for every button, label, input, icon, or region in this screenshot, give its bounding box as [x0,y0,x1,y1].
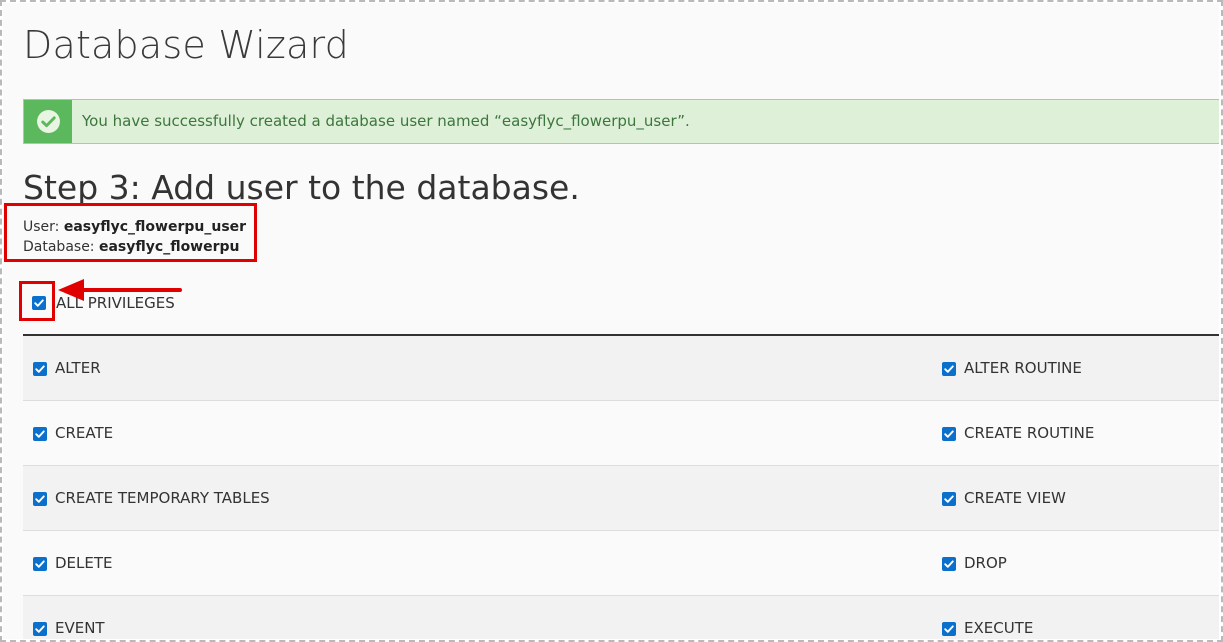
privilege-label[interactable]: EXECUTE [964,619,1033,637]
privilege-row: ALTER ALTER ROUTINE [23,336,1219,401]
checkmark-icon [35,430,45,438]
all-privileges-highlight-box [19,281,55,321]
privilege-checkbox[interactable] [33,492,47,506]
privilege-checkbox[interactable] [942,622,956,636]
privilege-row: DELETE DROP [23,531,1219,596]
user-database-highlight-box [4,203,257,262]
checkmark-icon [944,625,954,633]
privilege-label[interactable]: ALTER ROUTINE [964,359,1082,377]
privilege-checkbox[interactable] [942,492,956,506]
checkmark-icon [35,365,45,373]
checkmark-icon [944,430,954,438]
page-title: Database Wizard [23,23,349,67]
privileges-table: ALTER ALTER ROUTINE CREATE CREATE ROUTINE CR… [23,336,1219,639]
alert-message: You have successfully created a database… [82,112,690,130]
database-wizard-panel: Database Wizard You have successfully cr… [3,3,1219,639]
checkmark-icon [35,625,45,633]
privilege-checkbox[interactable] [33,362,47,376]
check-circle-icon [37,110,60,133]
alert-icon-box [24,100,72,143]
checkmark-icon [35,560,45,568]
privilege-label[interactable]: CREATE ROUTINE [964,424,1094,442]
privilege-checkbox[interactable] [942,362,956,376]
privilege-checkbox[interactable] [33,622,47,636]
privilege-label[interactable]: CREATE [55,424,113,442]
privilege-checkbox[interactable] [33,427,47,441]
privilege-row: EVENT EXECUTE [23,596,1219,639]
privilege-label[interactable]: ALTER [55,359,101,377]
privilege-label[interactable]: CREATE TEMPORARY TABLES [55,489,270,507]
annotation-arrow-icon [58,279,182,301]
privilege-label[interactable]: EVENT [55,619,105,637]
checkmark-icon [944,560,954,568]
checkmark-icon [944,365,954,373]
checkmark-icon [35,495,45,503]
privilege-checkbox[interactable] [33,557,47,571]
privilege-row: CREATE CREATE ROUTINE [23,401,1219,466]
privilege-checkbox[interactable] [942,427,956,441]
privilege-checkbox[interactable] [942,557,956,571]
privilege-label[interactable]: DELETE [55,554,113,572]
privilege-row: CREATE TEMPORARY TABLES CREATE VIEW [23,466,1219,531]
privilege-label[interactable]: CREATE VIEW [964,489,1066,507]
success-alert: You have successfully created a database… [23,99,1219,144]
privilege-label[interactable]: DROP [964,554,1007,572]
checkmark-icon [944,495,954,503]
